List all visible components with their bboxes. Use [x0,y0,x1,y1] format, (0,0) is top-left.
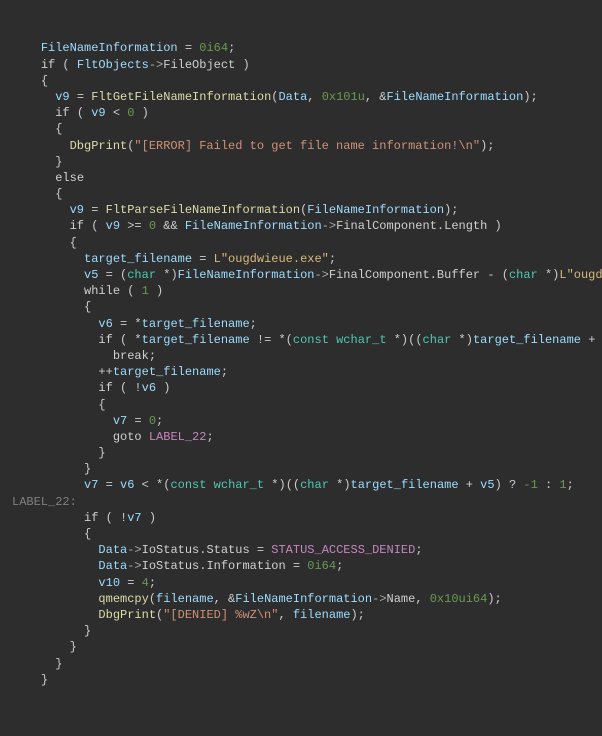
code-line: if ( v9 >= 0 && FileNameInformation->Fin… [12,219,502,233]
code-line: DbgPrint("[DENIED] %wZ\n", filename); [12,608,365,622]
code-line: v10 = 4; [12,576,156,590]
code-line: FileNameInformation = 0i64; [12,41,235,55]
code-line: v6 = *target_filename; [12,317,257,331]
code-line: if ( !v6 ) [12,381,170,395]
code-line: while ( 1 ) [12,284,163,298]
code-line: v5 = (char *)FileNameInformation->FinalC… [12,268,602,282]
code-line: if ( !v7 ) [12,511,156,525]
code-line: target_filename = L"ougdwieue.exe"; [12,252,336,266]
code-line: { [12,187,62,201]
code-line: { [12,74,48,88]
code-line: Data->IoStatus.Status = STATUS_ACCESS_DE… [12,543,423,557]
code-line: if ( *target_filename != *(const wchar_t… [12,333,602,347]
code-line: Data->IoStatus.Information = 0i64; [12,559,343,573]
code-line: } [12,462,91,476]
code-line: ++target_filename; [12,365,228,379]
code-line: v9 = FltParseFileNameInformation(FileNam… [12,203,459,217]
code-line: } [12,673,48,687]
code-line: v7 = v6 < *(const wchar_t *)((char *)tar… [12,478,574,492]
code-line: } [12,640,77,654]
code-line: qmemcpy(filename, &FileNameInformation->… [12,592,502,606]
code-line: { [12,122,62,136]
code-line: goto LABEL_22; [12,430,214,444]
code-block: FileNameInformation = 0i64; if ( FltObje… [12,40,590,688]
code-line: } [12,624,91,638]
code-line: { [12,300,91,314]
code-line: if ( v9 < 0 ) [12,106,149,120]
code-line: else [12,171,84,185]
code-line: v9 = FltGetFileNameInformation(Data, 0x1… [12,90,538,104]
code-line: } [12,657,62,671]
code-line: { [12,236,77,250]
code-line: DbgPrint("[ERROR] Failed to get file nam… [12,139,494,153]
code-line: v7 = 0; [12,414,163,428]
code-line: { [12,527,91,541]
code-line: break; [12,349,156,363]
code-line: LABEL_22: [12,495,77,509]
code-line: } [12,446,106,460]
code-line: if ( FltObjects->FileObject ) [12,58,250,72]
code-line: { [12,398,106,412]
code-line: } [12,155,62,169]
